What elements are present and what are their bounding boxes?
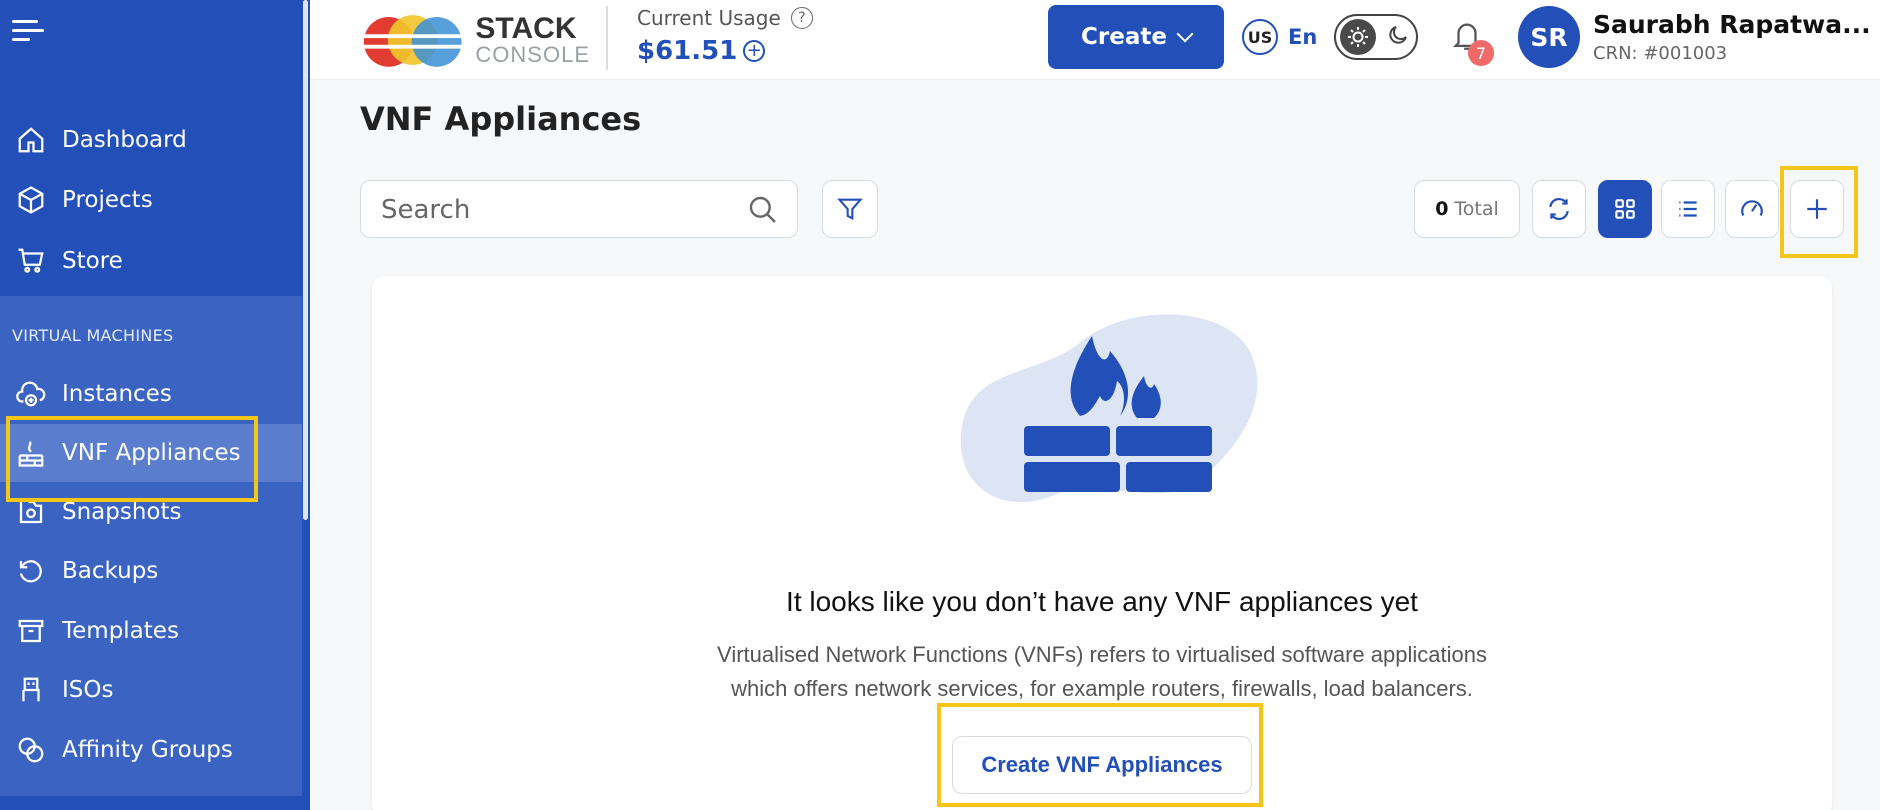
current-usage: Current Usage? $61.51 + bbox=[637, 6, 813, 66]
total-number: 0 bbox=[1435, 198, 1449, 220]
search-icon[interactable] bbox=[747, 194, 779, 230]
sidebar-item-label: Snapshots bbox=[62, 499, 182, 525]
usb-icon bbox=[14, 673, 48, 707]
user-crn: CRN: #001003 bbox=[1593, 43, 1728, 64]
create-vnf-appliances-button[interactable]: Create VNF Appliances bbox=[952, 736, 1252, 794]
add-funds-icon[interactable]: + bbox=[743, 40, 766, 62]
plus-icon bbox=[1807, 199, 1827, 219]
empty-state-title: It looks like you don’t have any VNF app… bbox=[786, 586, 1418, 617]
gauge-icon bbox=[1741, 200, 1763, 216]
sidebar-item-projects[interactable]: Projects bbox=[0, 171, 302, 229]
logo-text-stack: STACK bbox=[475, 12, 577, 45]
cart-icon bbox=[14, 244, 48, 278]
firewall-illustration-icon bbox=[960, 314, 1258, 503]
language-label: En bbox=[1288, 25, 1318, 49]
camera-icon bbox=[14, 495, 48, 529]
sidebar-item-vnf-appliances[interactable]: VNF Appliances bbox=[0, 424, 302, 482]
menu-icon[interactable] bbox=[12, 20, 46, 44]
notifications-button[interactable]: 7 bbox=[1450, 18, 1494, 66]
list-icon bbox=[1679, 201, 1697, 217]
help-icon[interactable]: ? bbox=[790, 7, 813, 29]
sidebar-item-label: Projects bbox=[62, 187, 153, 213]
grid-view-button[interactable] bbox=[1598, 180, 1652, 238]
sidebar-item-snapshots[interactable]: Snapshots bbox=[0, 483, 302, 541]
refresh-button[interactable] bbox=[1532, 180, 1586, 238]
notification-badge: 7 bbox=[1468, 40, 1494, 66]
sidebar-item-instances[interactable]: Instances bbox=[0, 365, 302, 423]
moon-icon bbox=[1386, 23, 1410, 51]
sidebar-item-label: Dashboard bbox=[62, 127, 187, 153]
sidebar-item-templates[interactable]: Templates bbox=[0, 602, 302, 660]
refresh-icon bbox=[1549, 197, 1569, 221]
logo-circles-icon bbox=[361, 15, 464, 67]
sidebar-item-label: Templates bbox=[62, 618, 179, 644]
user-info[interactable]: Saurabh Rapatwa... CRN: #001003 bbox=[1593, 10, 1880, 64]
archive-icon bbox=[14, 614, 48, 648]
empty-desc-line: Virtualised Network Functions (VNFs) ref… bbox=[717, 642, 1487, 667]
search-box[interactable] bbox=[360, 180, 798, 238]
add-button[interactable] bbox=[1790, 180, 1844, 238]
empty-state-card: It looks like you don’t have any VNF app… bbox=[372, 276, 1832, 810]
sidebar-item-label: Instances bbox=[62, 381, 172, 407]
language-selector[interactable]: US En bbox=[1242, 19, 1317, 55]
home-icon bbox=[14, 123, 48, 157]
sidebar-item-label: ISOs bbox=[62, 677, 114, 703]
usage-label: Current Usage bbox=[637, 6, 781, 30]
user-name: Saurabh Rapatwa... bbox=[1593, 10, 1871, 39]
empty-desc-line: which offers network services, for examp… bbox=[731, 676, 1473, 701]
stack-console-logo[interactable]: STACK CONSOLE bbox=[360, 8, 590, 72]
total-label: Total bbox=[1454, 198, 1499, 220]
grid-icon bbox=[1615, 199, 1635, 219]
empty-state-description: Virtualised Network Functions (VNFs) ref… bbox=[612, 638, 1592, 706]
chevron-down-icon bbox=[1176, 25, 1194, 43]
usage-meter-button[interactable] bbox=[1725, 180, 1779, 238]
sidebar: Dashboard Projects Store VIRTUAL MACHINE… bbox=[0, 0, 310, 810]
firewall-icon bbox=[14, 436, 48, 470]
filter-icon bbox=[837, 198, 863, 221]
cube-icon bbox=[14, 183, 48, 217]
sidebar-item-isos[interactable]: ISOs bbox=[0, 661, 302, 719]
sidebar-item-label: Affinity Groups bbox=[62, 737, 233, 763]
avatar[interactable]: SR bbox=[1518, 6, 1580, 68]
section-label: VIRTUAL MACHINES bbox=[12, 326, 174, 345]
virtual-machines-section: VIRTUAL MACHINES Instances VNF Appliance… bbox=[0, 296, 302, 796]
create-label: Create bbox=[1081, 24, 1167, 50]
list-view-button[interactable] bbox=[1661, 180, 1715, 238]
scrollbar-thumb[interactable] bbox=[303, 0, 308, 520]
usage-value: $61.51 bbox=[637, 36, 738, 66]
search-input[interactable] bbox=[381, 195, 721, 225]
divider bbox=[606, 6, 608, 70]
sidebar-scrollbar[interactable] bbox=[302, 0, 310, 810]
sidebar-item-label: VNF Appliances bbox=[62, 440, 241, 466]
page-title: VNF Appliances bbox=[360, 100, 642, 138]
sidebar-item-dashboard[interactable]: Dashboard bbox=[0, 111, 302, 169]
total-count: 0 Total bbox=[1414, 180, 1520, 238]
create-button[interactable]: Create bbox=[1048, 5, 1224, 69]
top-header: STACK CONSOLE Current Usage? $61.51 + Cre… bbox=[310, 0, 1880, 80]
cloud-plus-icon bbox=[14, 377, 48, 411]
sidebar-item-affinity-groups[interactable]: Affinity Groups bbox=[0, 721, 302, 779]
sidebar-item-store[interactable]: Store bbox=[0, 232, 302, 290]
history-icon bbox=[14, 554, 48, 588]
sidebar-item-label: Store bbox=[62, 248, 123, 274]
us-flag-icon: US bbox=[1242, 19, 1278, 55]
rings-icon bbox=[14, 733, 48, 767]
logo-text-console: CONSOLE bbox=[475, 42, 590, 67]
sidebar-item-label: Backups bbox=[62, 558, 159, 584]
sun-icon bbox=[1340, 19, 1376, 55]
sidebar-item-backups[interactable]: Backups bbox=[0, 542, 302, 600]
theme-toggle[interactable] bbox=[1334, 14, 1418, 60]
filter-button[interactable] bbox=[822, 180, 878, 238]
